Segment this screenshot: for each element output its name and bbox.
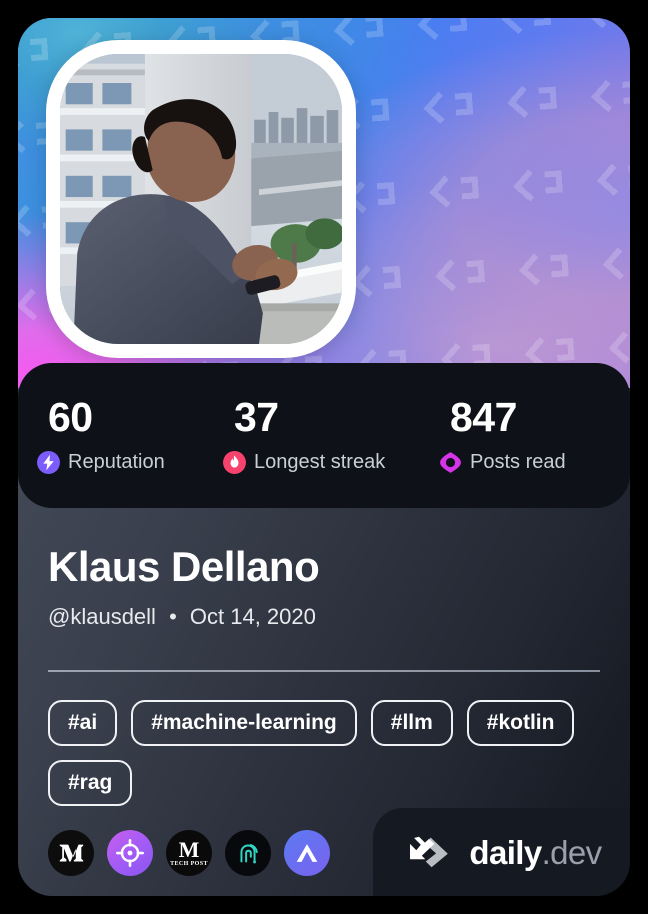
target-badge[interactable] (107, 830, 153, 876)
section-divider (48, 670, 600, 672)
avatar (46, 40, 356, 358)
daily-dev-wordmark: daily.dev (469, 833, 603, 871)
stat-reputation-label: Reputation (68, 451, 165, 473)
brand-name-secondary: .dev (541, 833, 603, 871)
svg-text:M: M (179, 837, 200, 862)
stat-longest-streak-label: Longest streak (254, 451, 386, 473)
tag-chip[interactable]: #kotlin (466, 700, 575, 746)
profile-meta: @klausdell • Oct 14, 2020 (48, 606, 316, 628)
stats-panel: 60 Reputation 37 Longest streak 847 Post… (18, 363, 630, 508)
ai-badge[interactable] (284, 830, 330, 876)
medium-m-icon (59, 844, 84, 862)
letter-a-icon (296, 844, 318, 862)
stat-longest-streak-label-row: Longest streak (222, 450, 438, 475)
stat-reputation-label-row: Reputation (36, 450, 222, 475)
stat-posts-read-label-row: Posts read (438, 450, 566, 475)
medium-badge[interactable] (48, 830, 94, 876)
reputation-bolt-icon (37, 450, 60, 474)
stat-posts-read-label: Posts read (470, 451, 566, 473)
tag-list: #ai #machine-learning #llm #kotlin #rag (48, 700, 608, 806)
teal-arc-icon (240, 844, 258, 864)
tag-chip[interactable]: #machine-learning (131, 700, 357, 746)
svg-text:TECH POST: TECH POST (170, 861, 208, 867)
stat-longest-streak-value: 37 (234, 393, 279, 440)
profile-joined-date: Oct 14, 2020 (189, 604, 316, 629)
stat-reputation-value: 60 (48, 393, 93, 440)
crosshair-icon (116, 839, 144, 867)
daily-dev-brand: daily.dev (373, 808, 630, 896)
streak-flame-icon (223, 450, 246, 474)
profile-card: 60 Reputation 37 Longest streak 847 Post… (18, 18, 630, 896)
stat-posts-read: 847 Posts read (438, 393, 566, 475)
tag-chip[interactable]: #ai (48, 700, 118, 746)
profile-name: Klaus Dellano (48, 543, 320, 590)
daily-dev-chevron-mark (410, 836, 449, 868)
cover-banner (18, 18, 630, 388)
avatar-illustration (60, 54, 342, 344)
posts-read-eye-icon (440, 451, 461, 473)
techpost-badge[interactable]: M TECH POST (166, 830, 212, 876)
stat-longest-streak: 37 Longest streak (222, 393, 438, 475)
m-tech-post-icon: M TECH POST (170, 837, 208, 867)
stat-posts-read-value: 847 (450, 393, 517, 440)
profile-handle: @klausdell (48, 604, 156, 629)
tag-chip[interactable]: #llm (370, 700, 453, 746)
arc-badge[interactable] (225, 830, 271, 876)
source-badge-list: M TECH POST (48, 830, 330, 876)
avatar-photo (60, 54, 342, 344)
brand-name-primary: daily (469, 833, 542, 871)
stat-reputation: 60 Reputation (36, 393, 222, 475)
meta-separator: • (169, 604, 177, 629)
tag-chip[interactable]: #rag (48, 760, 133, 806)
card-body: Klaus Dellano @klausdell • Oct 14, 2020 … (18, 508, 630, 896)
